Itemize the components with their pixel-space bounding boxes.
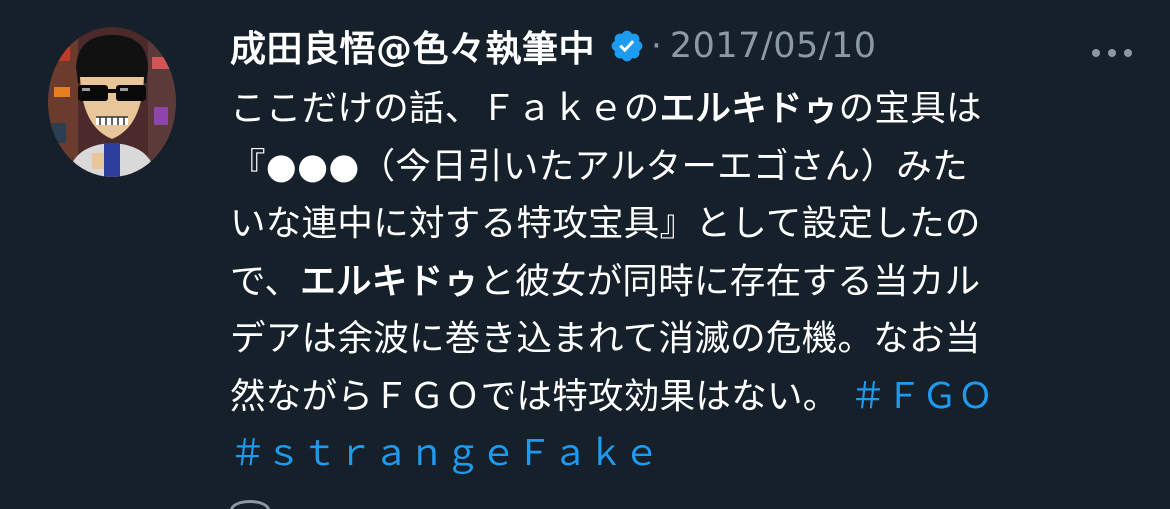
hashtag-link[interactable]: ＃ＦＧＯ	[850, 376, 993, 417]
hashtag-link[interactable]: ＃ｓｔｒａｎｇｅＦａｋｅ	[230, 433, 660, 474]
avatar-image	[48, 27, 176, 177]
tweet-text-bold: エルキドゥ	[300, 260, 480, 302]
verified-badge-icon	[609, 28, 645, 64]
tweet-header: 成田良悟@色々執筆中 · 2017/05/10	[230, 18, 1130, 74]
tweet-text-bold: エルキドゥ	[659, 88, 839, 129]
reply-icon[interactable]	[230, 500, 270, 509]
tweet-text-segment: いな連中に対する特攻宝具』として設定したの	[230, 203, 981, 244]
separator-dot: ·	[651, 26, 662, 66]
tweet-text-segment: 『●●●（今日引いたアルターエゴさん）みた	[230, 145, 968, 187]
more-options-icon[interactable]	[1088, 44, 1136, 57]
tweet-text-segment: で、	[230, 260, 301, 302]
tweet-text-segment: デアは余波に巻き込まれて消滅の危機。なお当	[230, 318, 981, 359]
tweet-text: ここだけの話、Ｆａｋｅのエルキドゥの宝具は 『●●●（今日引いたアルターエゴさん…	[230, 80, 1130, 483]
avatar[interactable]	[48, 27, 176, 177]
tweet-text-segment: の宝具は	[838, 88, 982, 129]
tweet-text-segment: ここだけの話、Ｆａｋｅの	[230, 88, 660, 129]
tweet-text-segment: と彼女が同時に存在する当カル	[479, 260, 981, 302]
tweet-date[interactable]: 2017/05/10	[670, 26, 877, 66]
tweet-text-segment: 然ながらＦＧＯでは特攻効果はない。	[230, 375, 839, 417]
author-name[interactable]: 成田良悟@色々執筆中	[230, 20, 595, 72]
tweet[interactable]: 成田良悟@色々執筆中 · 2017/05/10 ここだけの話、Ｆａｋｅのエルキド…	[0, 0, 1170, 509]
tweet-content: 成田良悟@色々執筆中 · 2017/05/10 ここだけの話、Ｆａｋｅのエルキド…	[230, 18, 1132, 483]
